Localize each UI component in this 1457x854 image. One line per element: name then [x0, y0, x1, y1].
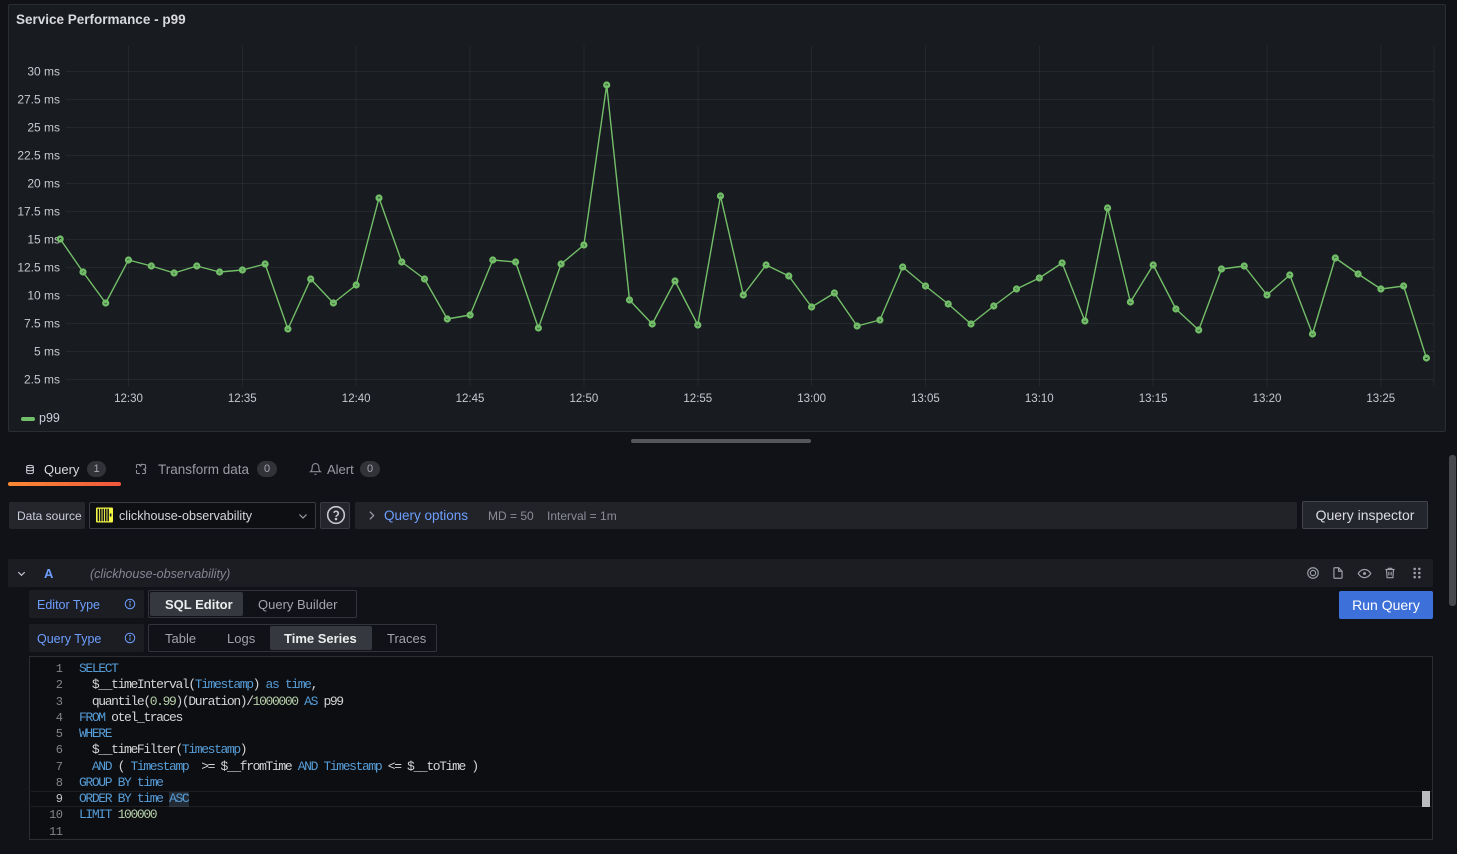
- svg-text:12:55: 12:55: [683, 393, 712, 405]
- svg-text:12:30: 12:30: [114, 393, 143, 405]
- svg-text:25 ms: 25 ms: [27, 121, 60, 135]
- svg-text:15 ms: 15 ms: [27, 233, 60, 247]
- svg-text:12:50: 12:50: [570, 393, 599, 405]
- svg-text:13:10: 13:10: [1025, 393, 1054, 405]
- svg-text:12:35: 12:35: [228, 393, 257, 405]
- svg-text:10 ms: 10 ms: [27, 289, 60, 303]
- svg-text:13:05: 13:05: [911, 393, 940, 405]
- svg-text:30 ms: 30 ms: [27, 65, 60, 79]
- svg-text:27.5 ms: 27.5 ms: [17, 93, 60, 107]
- svg-text:12.5 ms: 12.5 ms: [17, 261, 60, 275]
- svg-text:13:15: 13:15: [1139, 393, 1168, 405]
- svg-text:7.5 ms: 7.5 ms: [24, 317, 60, 331]
- svg-text:20 ms: 20 ms: [27, 177, 60, 191]
- svg-text:13:25: 13:25: [1366, 393, 1395, 405]
- svg-text:22.5 ms: 22.5 ms: [17, 149, 60, 163]
- svg-text:2.5 ms: 2.5 ms: [24, 373, 60, 387]
- svg-text:13:00: 13:00: [797, 393, 826, 405]
- svg-text:13:20: 13:20: [1253, 393, 1282, 405]
- svg-text:12:40: 12:40: [342, 393, 371, 405]
- svg-text:12:45: 12:45: [456, 393, 485, 405]
- svg-text:17.5 ms: 17.5 ms: [17, 205, 60, 219]
- svg-text:5 ms: 5 ms: [34, 345, 60, 359]
